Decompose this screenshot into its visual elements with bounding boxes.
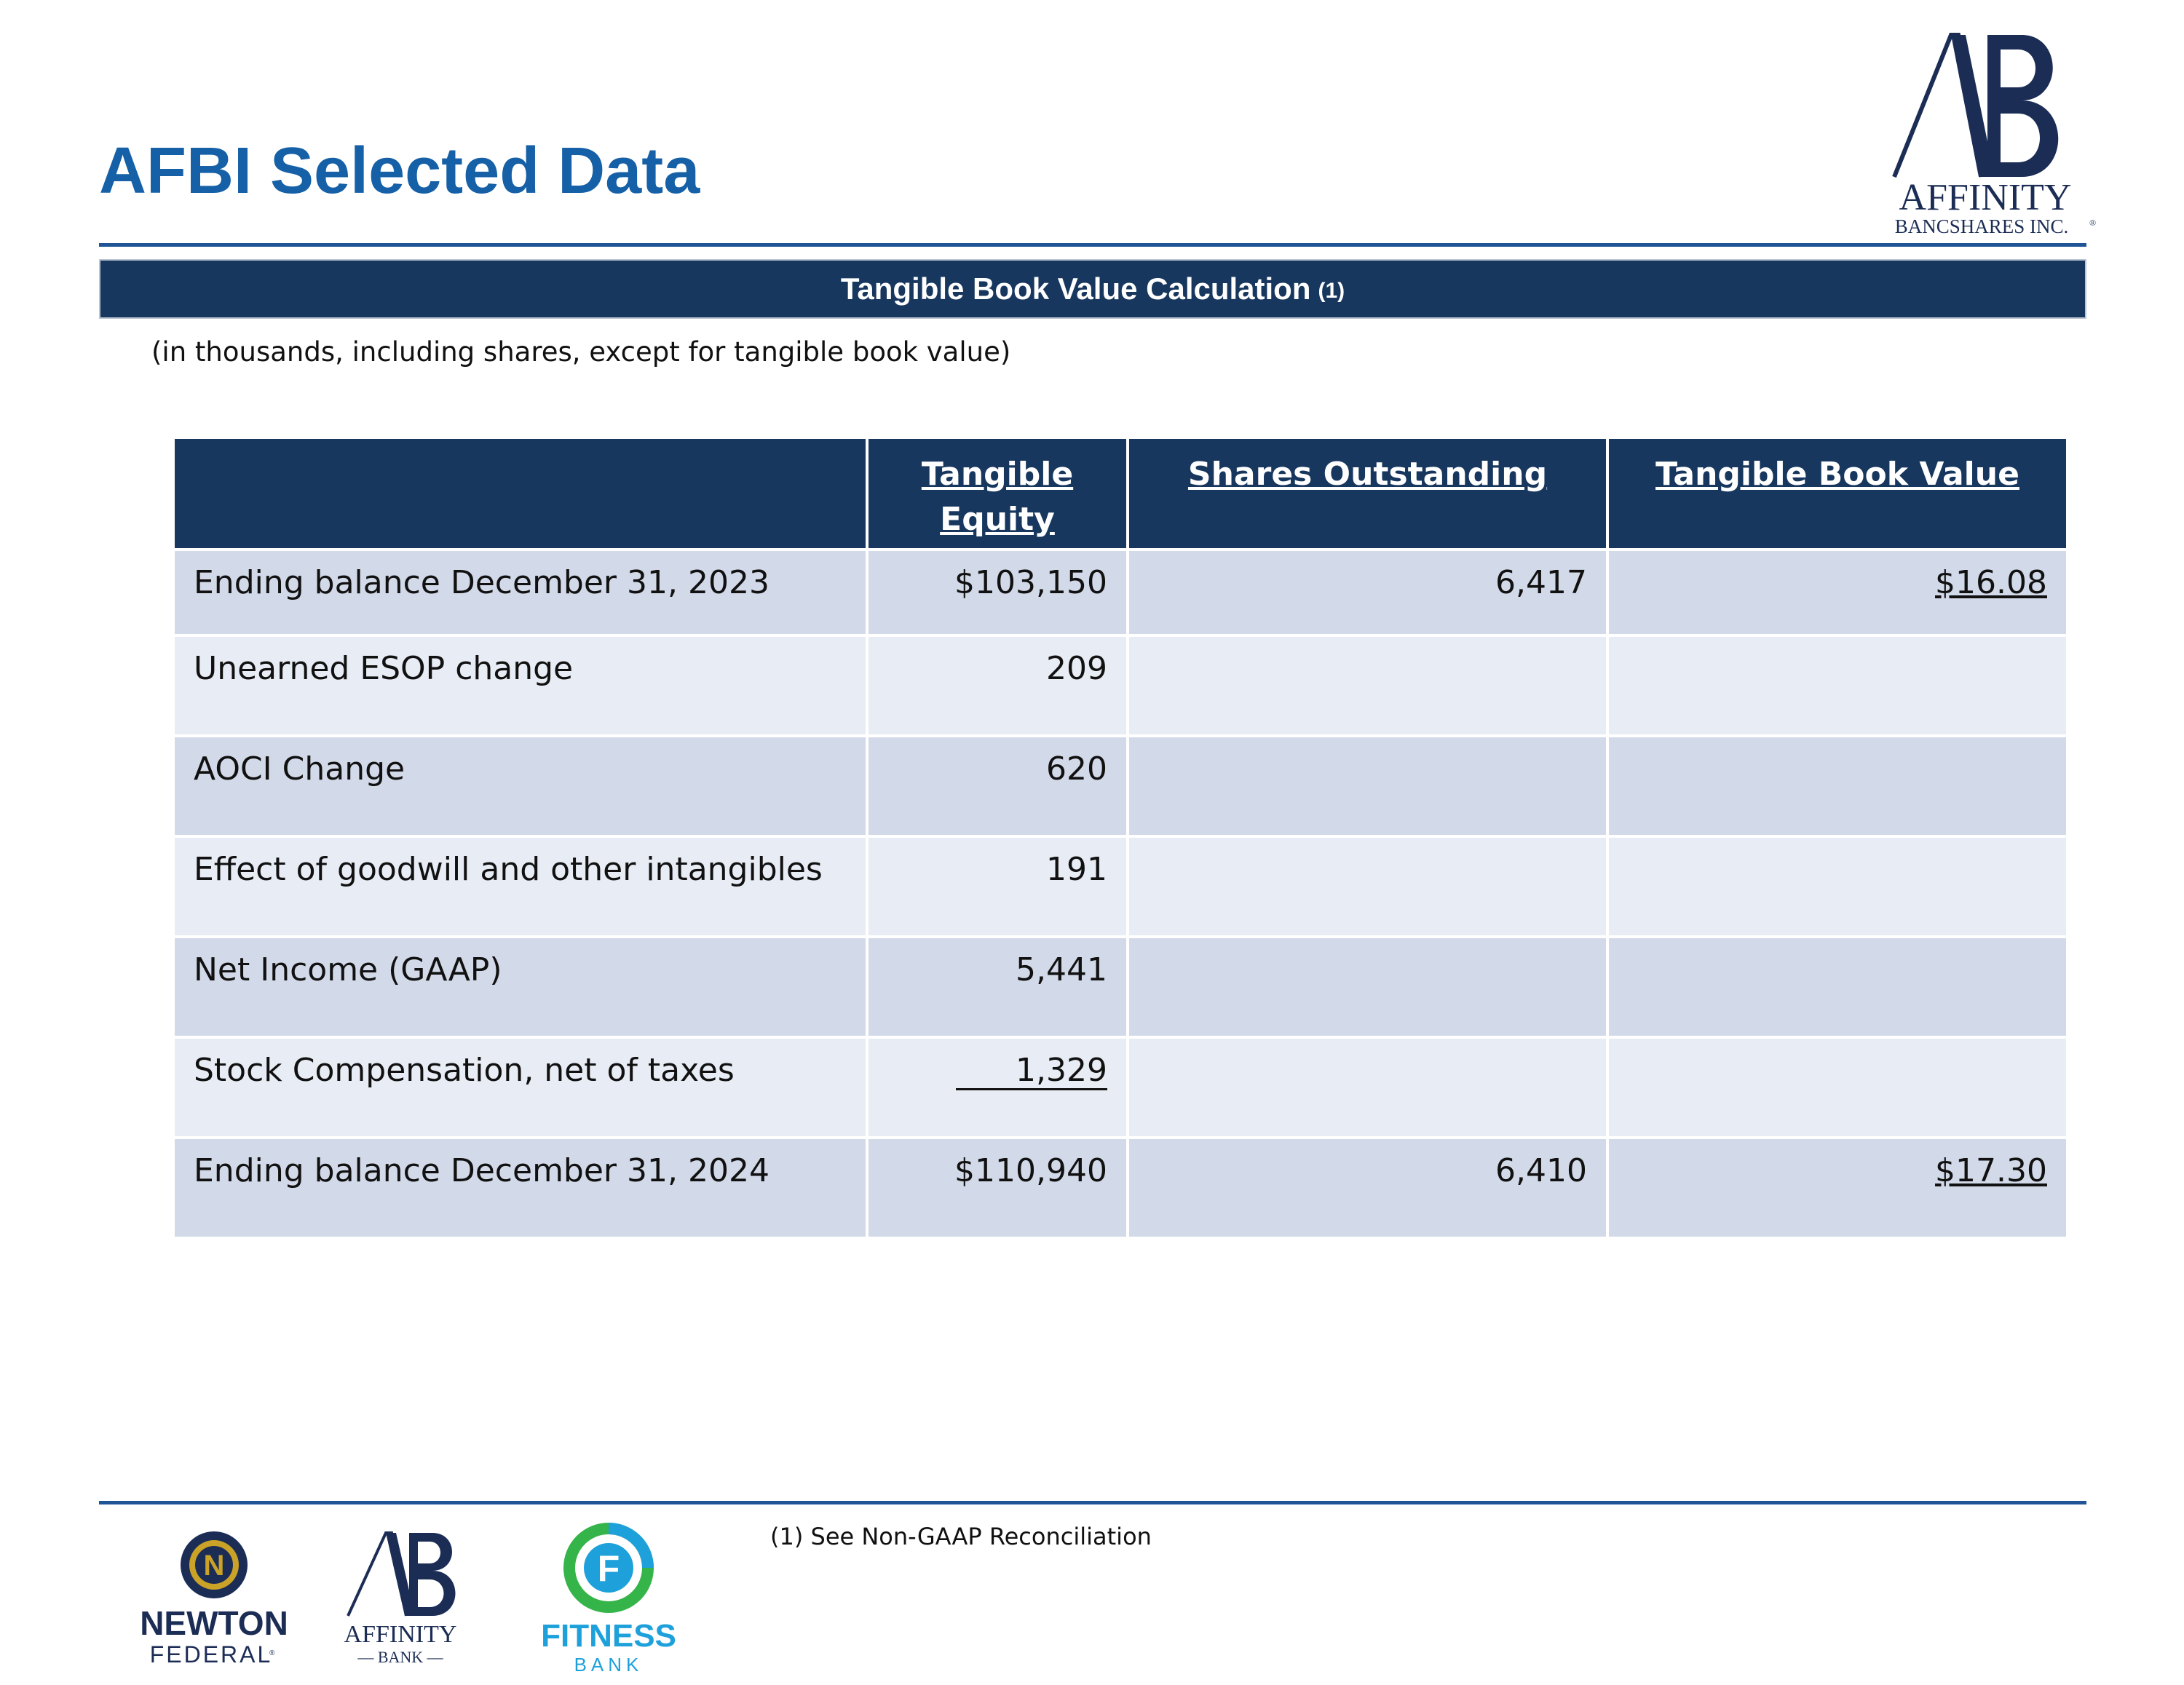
newton-sub: FEDERAL (150, 1641, 273, 1668)
tangible-equity-cell: 5,441 (866, 935, 1129, 1039)
row-label: Ending balance December 31, 2024 (172, 1136, 869, 1240)
row-label: Net Income (GAAP) (172, 935, 869, 1039)
tangible-equity-cell: $103,150 (866, 548, 1129, 637)
fitness-name: FITNESS (541, 1618, 676, 1654)
tangible-book-value-cell: $17.30 (1935, 1152, 2047, 1189)
logo-b-stem (1987, 35, 2001, 177)
page-title: AFBI Selected Data (99, 135, 700, 207)
shares-outstanding-cell (1126, 1036, 1609, 1139)
tangible-book-value-cell (1606, 634, 2069, 737)
units-note: (in thousands, including shares, except … (151, 336, 1011, 368)
affinity-bank-sub: — BANK — (357, 1648, 443, 1666)
tangible-equity-cell: 191 (866, 835, 1129, 938)
logo-main-name: AFFINITY (1899, 177, 2072, 218)
shares-outstanding-cell (1126, 835, 1609, 938)
ab-b-bowls (418, 1533, 456, 1616)
header-label-column (172, 436, 869, 551)
header-shares-outstanding: Shares Outstanding (1126, 436, 1609, 551)
logo-main-mark: ® (2089, 218, 2096, 228)
newton-mark: ® (269, 1649, 275, 1657)
row-label: Ending balance December 31, 2023 (172, 548, 869, 637)
fitness-bank-logo: F FITNESS BANK (541, 1523, 676, 1676)
tangible-book-value-table: Tangible Equity Shares Outstanding Tangi… (172, 436, 2069, 1240)
footer-divider (99, 1501, 2086, 1504)
shares-outstanding-cell (1126, 634, 1609, 737)
fitness-sub: BANK (574, 1654, 644, 1676)
table-row: Stock Compensation, net of taxes 1,329 (172, 1036, 2069, 1139)
affinity-bank-name: AFFINITY (344, 1621, 457, 1648)
shares-outstanding-cell: 6,410 (1126, 1136, 1609, 1240)
logo-b-bowls (2001, 35, 2059, 177)
row-label: Stock Compensation, net of taxes (172, 1036, 869, 1139)
logo-main-sub: BANCSHARES INC. (1895, 215, 2069, 237)
ab-b-stem (409, 1533, 418, 1616)
shares-outstanding-cell (1126, 734, 1609, 838)
fitness-letter: F (598, 1548, 620, 1589)
section-header: Tangible Book Value Calculation (1) (99, 259, 2086, 319)
tangible-book-value-cell (1606, 835, 2069, 938)
newton-name: NEWTON (140, 1604, 288, 1642)
table-row: AOCI Change 620 (172, 734, 2069, 838)
tangible-book-value-cell (1606, 734, 2069, 838)
header-tangible-equity: Tangible Equity (866, 436, 1129, 551)
section-footnote-marker: (1) (1318, 279, 1345, 303)
tangible-equity-cell: 209 (866, 634, 1129, 737)
table-row: Ending balance December 31, 2024 $110,94… (172, 1136, 2069, 1240)
newton-federal-logo: N NEWTON FEDERAL ® (140, 1531, 288, 1668)
header-divider (99, 243, 2086, 247)
row-label: Unearned ESOP change (172, 634, 869, 737)
affinity-bank-logo: AFFINITY — BANK — (344, 1531, 457, 1666)
affinity-bancshares-logo: AFFINITY BANCSHARES INC. ® (1892, 33, 2096, 237)
row-label: Effect of goodwill and other intangibles (172, 835, 869, 938)
tangible-equity-cell: 1,329 (956, 1053, 1107, 1090)
tangible-book-value-cell (1606, 935, 2069, 1039)
shares-outstanding-cell (1126, 935, 1609, 1039)
tangible-equity-cell: $110,940 (866, 1136, 1129, 1240)
header-tangible-book-value: Tangible Book Value (1606, 436, 2069, 551)
table-header-row: Tangible Equity Shares Outstanding Tangi… (172, 436, 2069, 551)
section-title: Tangible Book Value Calculation (840, 271, 1311, 306)
tangible-equity-cell: 620 (866, 734, 1129, 838)
shares-outstanding-cell: 6,417 (1126, 548, 1609, 637)
table-row: Effect of goodwill and other intangibles… (172, 835, 2069, 938)
table-row: Net Income (GAAP) 5,441 (172, 935, 2069, 1039)
tangible-book-value-cell: $16.08 (1935, 564, 2047, 601)
row-label: AOCI Change (172, 734, 869, 838)
footnote: (1) See Non-GAAP Reconciliation (770, 1523, 1152, 1550)
table-row: Ending balance December 31, 2023 $103,15… (172, 548, 2069, 637)
table-row: Unearned ESOP change 209 (172, 634, 2069, 737)
newton-letter: N (204, 1550, 225, 1582)
tangible-book-value-cell (1606, 1036, 2069, 1139)
